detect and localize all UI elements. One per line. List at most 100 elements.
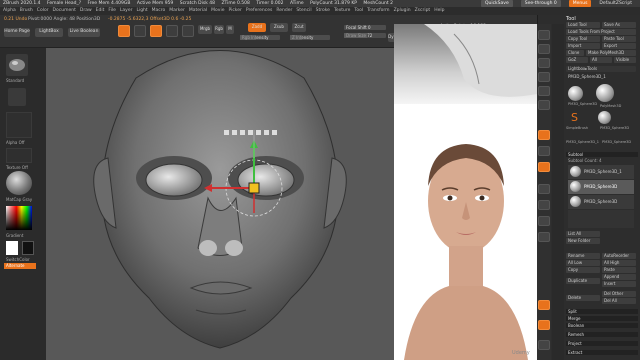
save-as-button[interactable]: Save As — [602, 22, 636, 28]
alpha-thumbnail[interactable] — [6, 112, 32, 138]
visible-button[interactable]: Visible — [614, 57, 636, 63]
menu-layer[interactable]: Layer — [120, 8, 133, 13]
paste-tool-button[interactable]: Paste Tool — [602, 36, 636, 42]
split-header[interactable]: Split — [566, 309, 638, 314]
rgb-intensity-slider[interactable]: Rgb Intensity — [240, 35, 280, 40]
zoom-icon[interactable] — [538, 72, 550, 82]
del-other-button[interactable]: Del Other — [602, 291, 636, 297]
draw-icon[interactable] — [134, 25, 146, 37]
scale-icon[interactable] — [166, 25, 178, 37]
menu-help[interactable]: Help — [434, 8, 444, 13]
subtool-item-0[interactable]: PM3D_Sphere3D_1 — [568, 165, 634, 179]
paste-button[interactable]: Paste — [602, 267, 636, 273]
menu-zscript[interactable]: Zscript — [415, 8, 431, 13]
new-folder-button[interactable]: New Folder — [566, 238, 600, 244]
menu-file[interactable]: File — [108, 8, 116, 13]
menu-preferences[interactable]: Preferences — [246, 8, 272, 13]
delete-button[interactable]: Delete — [566, 295, 600, 301]
remesh-header[interactable]: Remesh — [566, 332, 638, 337]
export-button[interactable]: Export — [602, 43, 636, 49]
texture-thumbnail[interactable] — [6, 148, 32, 163]
boolean-header[interactable]: Boolean — [566, 323, 638, 328]
list-all-button[interactable]: List All — [566, 231, 600, 237]
subtool-item-1[interactable]: PM3D_Sphere3D — [568, 180, 634, 194]
spix-icon[interactable] — [538, 44, 550, 54]
clone-button[interactable]: Clone — [566, 50, 584, 56]
actual-icon[interactable] — [538, 86, 550, 96]
duplicate-button[interactable]: Duplicate — [566, 278, 600, 284]
alternate-button[interactable]: Alternate — [4, 263, 36, 269]
tool-thumb-sphere[interactable] — [568, 86, 583, 101]
rgb-button[interactable]: Rgb — [214, 25, 224, 34]
mrgb-button[interactable]: Mrgb — [198, 25, 212, 34]
zcut-button[interactable]: Zcut — [292, 23, 306, 32]
transp-icon[interactable] — [538, 300, 550, 310]
matcap-thumbnail[interactable] — [6, 171, 32, 195]
copy-button[interactable]: Copy — [566, 267, 600, 273]
seethrough-slider[interactable]: See-through 0 — [520, 0, 561, 7]
all-high-button[interactable]: All High — [602, 260, 636, 266]
autoreorder-button[interactable]: AutoReorder — [602, 253, 636, 259]
menu-stencil[interactable]: Stencil — [296, 8, 311, 13]
menu-light[interactable]: Light — [136, 8, 147, 13]
ghost-icon[interactable] — [538, 320, 550, 330]
load-tool-button[interactable]: Load Tool — [566, 22, 600, 28]
lightbox-tools-button[interactable]: Lightbox▸Tools — [566, 66, 636, 72]
make-polymesh-button[interactable]: Make PolyMesh3D — [586, 50, 636, 56]
focal-shift-slider[interactable]: Focal Shift 0 — [344, 25, 386, 30]
menu-marker[interactable]: Marker — [169, 8, 185, 13]
draw-size-slider[interactable]: Draw Size 72 — [344, 33, 386, 38]
menu-draw[interactable]: Draw — [80, 8, 92, 13]
insert-button[interactable]: Insert — [602, 281, 636, 287]
rename-button[interactable]: Rename — [566, 253, 600, 259]
scroll-icon[interactable] — [538, 58, 550, 68]
live-boolean-button[interactable]: Live Boolean — [68, 28, 100, 37]
frame-icon[interactable] — [538, 184, 550, 194]
all-low-button[interactable]: All Low — [566, 260, 600, 266]
z-intensity-slider[interactable]: Z Intensity — [290, 35, 330, 40]
menus-button[interactable]: Menus — [568, 0, 592, 7]
menu-transform[interactable]: Transform — [367, 8, 389, 13]
rotate-icon[interactable] — [182, 25, 194, 37]
menu-zplugin[interactable]: Zplugin — [394, 8, 411, 13]
default-zscript[interactable]: DefaultZScript — [599, 0, 632, 7]
zadd-button[interactable]: Zadd — [248, 23, 266, 32]
floor-icon[interactable] — [538, 146, 550, 156]
menu-stroke[interactable]: Stroke — [316, 8, 330, 13]
brush-thumbnail[interactable] — [6, 54, 28, 76]
menu-brush[interactable]: Brush — [20, 8, 33, 13]
viewport-canvas[interactable] — [46, 48, 394, 360]
menu-alpha[interactable]: Alpha — [3, 8, 16, 13]
aahalf-icon[interactable] — [538, 100, 550, 110]
menu-render[interactable]: Render — [276, 8, 292, 13]
extract-header[interactable]: Extract — [566, 350, 638, 355]
import-button[interactable]: Import — [566, 43, 600, 49]
menu-movie[interactable]: Movie — [211, 8, 224, 13]
switchcolor-label[interactable]: SwitchColor — [6, 257, 30, 262]
home-page-button[interactable]: Home Page — [4, 28, 30, 37]
tool-thumb-sphere-large[interactable] — [596, 84, 614, 102]
menu-edit[interactable]: Edit — [96, 8, 105, 13]
del-all-button[interactable]: Del All — [602, 298, 636, 304]
move-icon[interactable] — [150, 25, 162, 37]
stroke-thumbnail[interactable] — [8, 88, 26, 106]
edit-icon[interactable] — [118, 25, 130, 37]
menu-texture[interactable]: Texture — [334, 8, 350, 13]
menu-material[interactable]: Material — [189, 8, 207, 13]
solo-icon[interactable] — [538, 340, 550, 350]
append-button[interactable]: Append — [602, 274, 636, 280]
simplebrush-icon[interactable]: S — [571, 112, 583, 124]
m-button[interactable]: M — [226, 25, 234, 34]
subtool-item-2[interactable]: PM3D_Sphere3D — [568, 195, 634, 209]
merge-header[interactable]: Merge — [566, 316, 638, 321]
persp-icon[interactable] — [538, 130, 550, 140]
tool-thumb-sphere-2[interactable] — [598, 111, 611, 124]
zsub-button[interactable]: Zsub — [270, 23, 288, 32]
menu-picker[interactable]: Picker — [228, 8, 241, 13]
subtool-header[interactable]: Subtool — [566, 152, 638, 157]
menu-document[interactable]: Document — [53, 8, 76, 13]
rotate-view-icon[interactable] — [538, 232, 550, 242]
menu-color[interactable]: Color — [37, 8, 49, 13]
menu-tool[interactable]: Tool — [354, 8, 363, 13]
move-view-icon[interactable] — [538, 200, 550, 210]
